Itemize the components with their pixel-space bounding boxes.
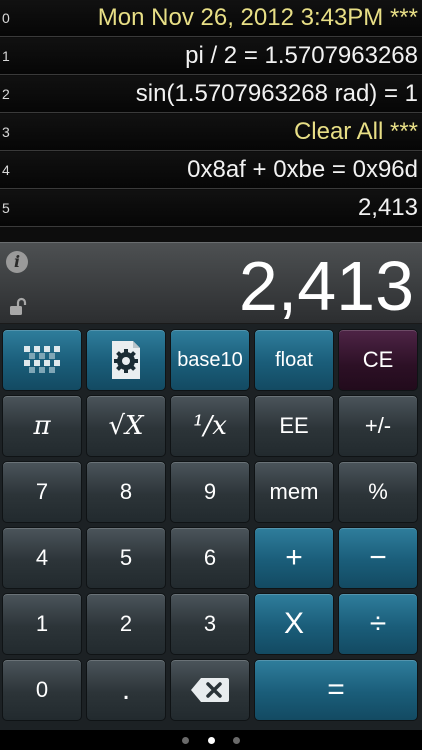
percent-button[interactable]: %	[338, 461, 418, 523]
tape-entry: 2,413	[357, 194, 418, 221]
digit-2-button[interactable]: 2	[86, 593, 166, 655]
digit-7-button[interactable]: 7	[2, 461, 82, 523]
digit-9-button[interactable]: 9	[170, 461, 250, 523]
tape-index: 4	[2, 162, 10, 178]
backspace-icon	[191, 678, 229, 702]
tape-index: 2	[2, 86, 10, 102]
display-value: 2,413	[238, 247, 414, 325]
grid-button[interactable]	[2, 329, 82, 391]
decimal-point-button[interactable]: .	[86, 659, 166, 721]
sign-toggle-button[interactable]: +/-	[338, 395, 418, 457]
settings-button[interactable]	[86, 329, 166, 391]
memory-button[interactable]: mem	[254, 461, 334, 523]
tape-row-1[interactable]: 1 pi / 2 = 1.5707963268	[0, 38, 422, 75]
float-button[interactable]: float	[254, 329, 334, 391]
unlock-icon[interactable]	[8, 297, 28, 317]
equals-button[interactable]: =	[254, 659, 418, 721]
subtract-button[interactable]: −	[338, 527, 418, 589]
gear-icon	[112, 341, 140, 379]
page-dot[interactable]	[182, 737, 190, 744]
digit-4-button[interactable]: 4	[2, 527, 82, 589]
digit-0-button[interactable]: 0	[2, 659, 82, 721]
reciprocal-button[interactable]: ¹/x	[170, 395, 250, 457]
page-dot[interactable]	[232, 737, 240, 744]
tape-entry: 0x8af + 0xbe = 0x96d	[187, 156, 418, 183]
digit-5-button[interactable]: 5	[86, 527, 166, 589]
clear-entry-button[interactable]: CE	[338, 329, 418, 391]
calculator-display: i 2,413	[0, 242, 422, 325]
tape-entry: sin(1.5707963268 rad) = 1	[135, 80, 418, 107]
tape-row-4[interactable]: 4 0x8af + 0xbe = 0x96d	[0, 152, 422, 189]
tape-index: 5	[2, 200, 10, 216]
page-dot-active[interactable]	[207, 737, 215, 744]
tape-entry: pi / 2 = 1.5707963268	[185, 42, 418, 69]
keypad: base10 float CE π √X ¹/x EE +/- 7 8 9 me…	[0, 324, 422, 730]
tape-row-0[interactable]: 0 Mon Nov 26, 2012 3:43PM ***	[0, 0, 422, 37]
tape-index: 3	[2, 124, 10, 140]
tape-entry: Mon Nov 26, 2012 3:43PM ***	[97, 4, 418, 31]
backspace-button[interactable]	[170, 659, 250, 721]
grid-icon	[24, 346, 60, 373]
base10-button[interactable]: base10	[170, 329, 250, 391]
tape-entry: Clear All ***	[293, 118, 418, 145]
history-tape[interactable]: 0 Mon Nov 26, 2012 3:43PM *** 1 pi / 2 =…	[0, 0, 422, 242]
tape-row-5[interactable]: 5 2,413	[0, 190, 422, 227]
page-indicator[interactable]	[0, 730, 422, 750]
multiply-button[interactable]: X	[254, 593, 334, 655]
divide-button[interactable]: ÷	[338, 593, 418, 655]
info-icon[interactable]: i	[6, 251, 28, 273]
tape-index: 0	[2, 10, 10, 26]
ee-button[interactable]: EE	[254, 395, 334, 457]
tape-row-2[interactable]: 2 sin(1.5707963268 rad) = 1	[0, 76, 422, 113]
pi-button[interactable]: π	[2, 395, 82, 457]
digit-1-button[interactable]: 1	[2, 593, 82, 655]
digit-8-button[interactable]: 8	[86, 461, 166, 523]
square-root-button[interactable]: √X	[86, 395, 166, 457]
digit-6-button[interactable]: 6	[170, 527, 250, 589]
tape-index: 1	[2, 48, 10, 64]
tape-row-3[interactable]: 3 Clear All ***	[0, 114, 422, 151]
digit-3-button[interactable]: 3	[170, 593, 250, 655]
add-button[interactable]: +	[254, 527, 334, 589]
